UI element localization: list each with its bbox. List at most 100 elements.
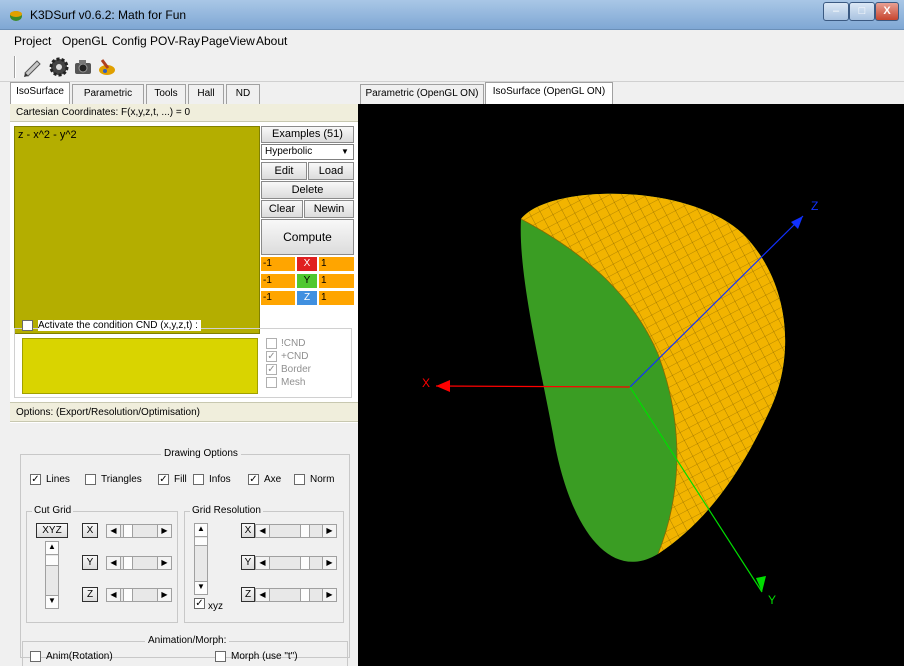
res-z-button[interactable]: Z <box>241 587 255 602</box>
z-axis-label-3d: Z <box>811 199 818 213</box>
cut-z-button[interactable]: Z <box>82 587 98 602</box>
arrow-left-icon[interactable]: ◀ <box>107 525 121 537</box>
res-y-button[interactable]: Y <box>241 555 255 570</box>
morph-label: Morph (use "t") <box>231 651 298 662</box>
arrow-left-icon[interactable]: ◀ <box>256 557 270 569</box>
paint-icon[interactable] <box>96 56 118 78</box>
arrow-up-icon[interactable]: ▲ <box>46 542 58 555</box>
x-min-field[interactable]: -1 <box>261 257 295 271</box>
examples-button[interactable]: Examples (51) <box>261 126 354 143</box>
close-button[interactable]: X <box>875 2 899 21</box>
formula-editor[interactable]: z - x^2 - y^2 <box>14 126 260 334</box>
menu-opengl[interactable]: OpenGL <box>62 34 107 48</box>
arrow-right-icon[interactable]: ▶ <box>157 525 171 537</box>
cnd-editor[interactable] <box>22 338 258 394</box>
newin-button[interactable]: Newin <box>304 200 354 218</box>
options-header[interactable]: Options: (Export/Resolution/Optimisation… <box>10 402 358 422</box>
menu-bar: Project OpenGL Config POV-Ray PageView A… <box>0 30 904 52</box>
isosurface-render <box>520 193 786 562</box>
menu-config[interactable]: Config <box>112 34 147 48</box>
menu-about[interactable]: About <box>256 34 287 48</box>
res-z-slider[interactable]: ◀ ▶ <box>255 588 337 602</box>
res-x-slider[interactable]: ◀ ▶ <box>255 524 337 538</box>
tab-nd[interactable]: ND <box>226 84 260 104</box>
y-max-field[interactable]: 1 <box>319 274 354 288</box>
tab-isosurface-opengl[interactable]: IsoSurface (OpenGL ON) <box>485 82 613 104</box>
arrow-left-icon[interactable]: ◀ <box>107 589 121 601</box>
infos-checkbox[interactable] <box>193 474 204 485</box>
arrow-down-icon[interactable]: ▼ <box>46 595 58 608</box>
mesh-checkbox[interactable] <box>266 377 277 388</box>
menu-povray[interactable]: POV-Ray <box>150 34 200 48</box>
gear-icon[interactable] <box>48 56 70 78</box>
formula-text: z - x^2 - y^2 <box>18 129 77 141</box>
axe-checkbox[interactable]: ✓ <box>248 474 259 485</box>
formula-header: Cartesian Coordinates: F(x,y,z,t, ...) =… <box>10 104 358 122</box>
y-min-field[interactable]: -1 <box>261 274 295 288</box>
anim-rotation-checkbox[interactable] <box>30 651 41 662</box>
norm-checkbox[interactable] <box>294 474 305 485</box>
minimize-button[interactable]: – <box>823 2 849 21</box>
arrow-right-icon[interactable]: ▶ <box>322 589 336 601</box>
tab-hall[interactable]: Hall <box>188 84 224 104</box>
load-button[interactable]: Load <box>308 162 354 180</box>
cut-y-button[interactable]: Y <box>82 555 98 570</box>
y-axis-label: Y <box>297 274 317 288</box>
arrow-left-icon[interactable]: ◀ <box>107 557 121 569</box>
cut-x-button[interactable]: X <box>82 523 98 538</box>
arrow-left-icon[interactable]: ◀ <box>256 525 270 537</box>
x-axis-label-3d: X <box>422 376 430 390</box>
cut-z-slider[interactable]: ◀ ▶ <box>106 588 172 602</box>
res-x-button[interactable]: X <box>241 523 255 538</box>
pencil-icon[interactable] <box>22 56 44 78</box>
tab-parametric[interactable]: Parametric <box>72 84 144 104</box>
tab-isosurface[interactable]: IsoSurface <box>10 82 70 104</box>
left-panel: IsoSurface Parametric Tools Hall ND Cart… <box>10 82 358 666</box>
cut-x-slider[interactable]: ◀ ▶ <box>106 524 172 538</box>
xyz-button[interactable]: XYZ <box>36 523 68 538</box>
examples-select[interactable]: Hyperbolic ▼ <box>261 144 354 160</box>
tab-tools[interactable]: Tools <box>146 84 186 104</box>
cut-grid-vertical-slider[interactable]: ▲ ▼ <box>45 541 59 609</box>
triangles-checkbox[interactable] <box>85 474 96 485</box>
chevron-down-icon: ▼ <box>341 147 349 156</box>
maximize-button[interactable]: □ <box>849 2 875 21</box>
clear-button[interactable]: Clear <box>261 200 303 218</box>
edit-button[interactable]: Edit <box>261 162 307 180</box>
drawing-options-title: Drawing Options <box>161 448 241 459</box>
menu-pageview[interactable]: PageView <box>201 34 255 48</box>
arrow-left-icon[interactable]: ◀ <box>256 589 270 601</box>
not-cnd-checkbox[interactable] <box>266 338 277 349</box>
cut-y-slider[interactable]: ◀ ▶ <box>106 556 172 570</box>
xyz-checkbox[interactable]: ✓ <box>194 598 205 609</box>
arrow-right-icon[interactable]: ▶ <box>157 589 171 601</box>
opengl-viewport[interactable]: Z X Y <box>358 104 904 666</box>
arrow-right-icon[interactable]: ▶ <box>322 525 336 537</box>
arrow-right-icon[interactable]: ▶ <box>157 557 171 569</box>
menu-project[interactable]: Project <box>14 34 51 48</box>
border-checkbox[interactable]: ✓ <box>266 364 277 375</box>
lines-checkbox[interactable]: ✓ <box>30 474 41 485</box>
res-y-slider[interactable]: ◀ ▶ <box>255 556 337 570</box>
x-max-field[interactable]: 1 <box>319 257 354 271</box>
activate-cnd-checkbox[interactable] <box>22 320 33 331</box>
grid-resolution-vertical-slider[interactable]: ▲ ▼ <box>194 523 208 595</box>
arrow-up-icon[interactable]: ▲ <box>195 524 207 537</box>
window-title: K3DSurf v0.6.2: Math for Fun <box>30 8 187 22</box>
z-min-field[interactable]: -1 <box>261 291 295 305</box>
animation-title: Animation/Morph: <box>145 635 230 646</box>
arrow-right-icon[interactable]: ▶ <box>322 557 336 569</box>
lines-label: Lines <box>46 474 70 485</box>
z-max-field[interactable]: 1 <box>319 291 354 305</box>
fill-checkbox[interactable]: ✓ <box>158 474 169 485</box>
camera-icon[interactable] <box>72 56 94 78</box>
y-axis-label-3d: Y <box>768 593 776 607</box>
toolbar <box>0 52 904 82</box>
tab-parametric-opengl[interactable]: Parametric (OpenGL ON) <box>360 84 484 104</box>
not-cnd-label: !CND <box>281 338 306 349</box>
delete-button[interactable]: Delete <box>261 181 354 199</box>
morph-checkbox[interactable] <box>215 651 226 662</box>
arrow-down-icon[interactable]: ▼ <box>195 581 207 594</box>
compute-button[interactable]: Compute <box>261 219 354 255</box>
plus-cnd-checkbox[interactable]: ✓ <box>266 351 277 362</box>
